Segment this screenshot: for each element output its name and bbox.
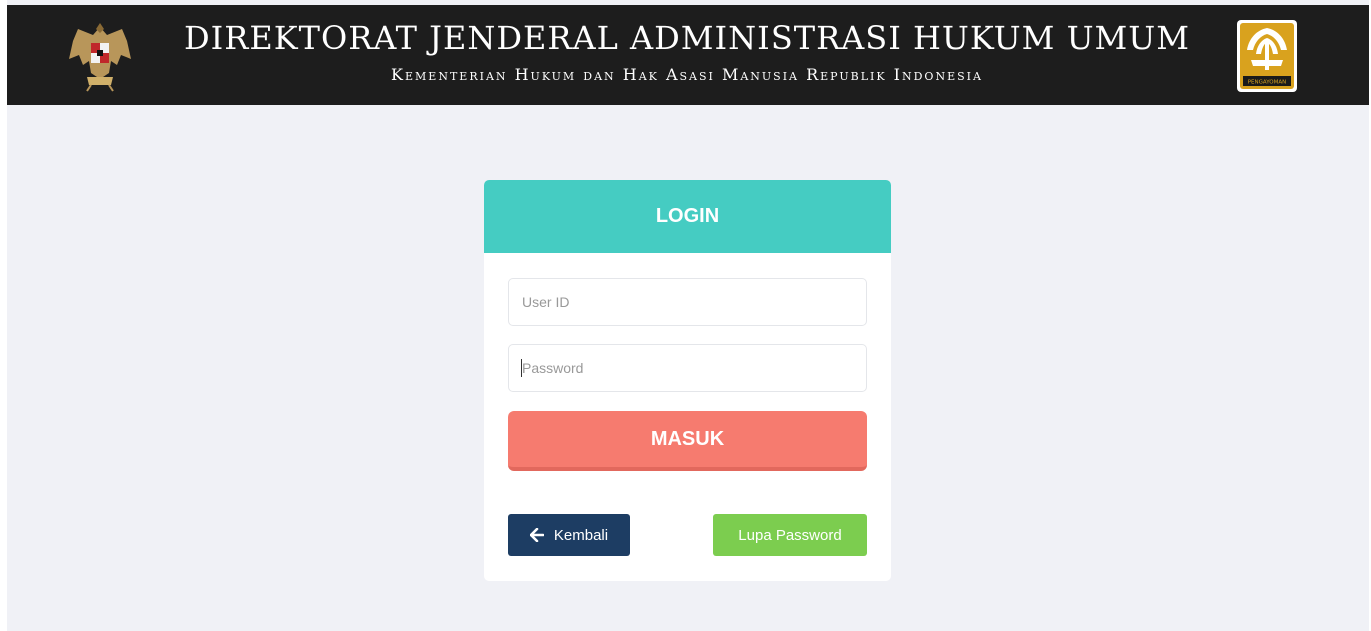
viewport: DIREKTORAT JENDERAL ADMINISTRASI HUKUM U… (0, 0, 1371, 631)
userid-input[interactable] (508, 278, 867, 326)
pengayoman-logo-text: PENGAYOMAN (1248, 80, 1287, 86)
header-subtitle: Kementerian Hukum dan Hak Asasi Manusia … (391, 65, 983, 84)
pengayoman-logo-icon: PENGAYOMAN (1237, 20, 1297, 92)
text-caret (521, 359, 522, 377)
back-button[interactable]: Kembali (508, 514, 630, 556)
login-card: LOGIN MASUK Kembali Lupa Password (484, 180, 891, 581)
header-title: DIREKTORAT JENDERAL ADMINISTRASI HUKUM U… (183, 19, 1191, 57)
password-input[interactable] (508, 344, 867, 392)
garuda-emblem-icon (67, 19, 133, 93)
submit-button[interactable]: MASUK (508, 411, 867, 471)
forgot-password-button[interactable]: Lupa Password (713, 514, 867, 556)
arrow-left-icon (529, 528, 544, 542)
back-button-label: Kembali (553, 526, 609, 544)
site-header: DIREKTORAT JENDERAL ADMINISTRASI HUKUM U… (7, 5, 1369, 105)
login-heading: LOGIN (484, 180, 891, 253)
